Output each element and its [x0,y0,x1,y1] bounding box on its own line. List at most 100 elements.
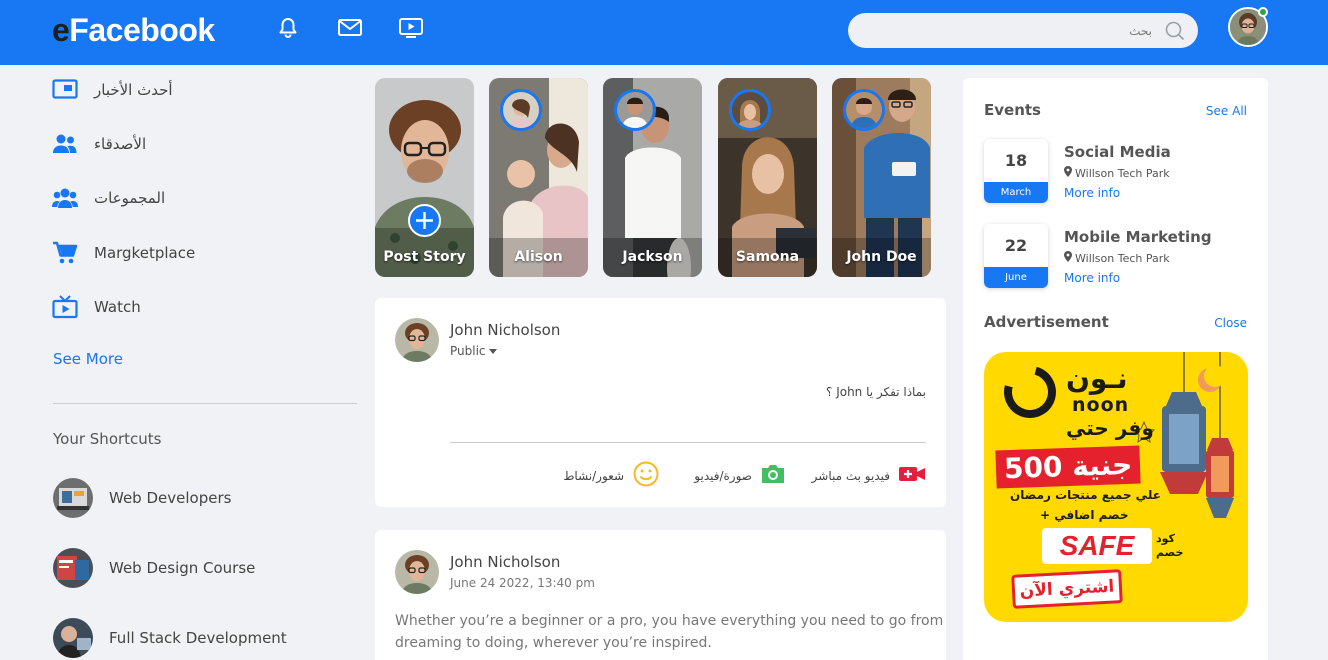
story-avatar [500,89,542,131]
event-location: Willson Tech Park [1064,251,1170,265]
event-month: June [984,267,1048,288]
shortcut-label: Web Developers [109,489,232,507]
caret-down-icon [488,348,497,354]
story-name: Samona [735,249,800,265]
ad-subline: علي جميع منتجات رمضان [1010,488,1161,502]
sidebar-item-label: Watch [94,298,141,316]
shortcut-label: Full Stack Development [109,629,287,647]
event-more-info-link[interactable]: More info [1064,271,1120,285]
live-video-label: فيديو بث مباشر [811,469,890,483]
sidebar-item-groups[interactable]: المجموعات [52,183,165,213]
watch-icon [52,294,78,320]
story-name: Jackson [622,249,683,265]
create-post-card: John Nicholson Public بماذا تفكر يا John… [375,298,946,507]
story-samona[interactable]: Samona [718,78,817,277]
ad-brand-arabic: نـون [1066,362,1128,395]
sidebar-item-friends[interactable]: الأصدقاء [52,129,146,159]
ad-extra: + خصم اضافي [1040,508,1129,522]
advertisement-heading: Advertisement [984,313,1109,331]
shortcuts-heading: Your Shortcuts [53,430,162,448]
composer-divider [450,442,926,443]
shortcut-web-design-course[interactable]: Web Design Course [53,548,255,588]
news-feed-icon [52,77,78,103]
ad-amount: 500 جنية [995,445,1141,489]
event-day: 18 [1004,151,1028,170]
messages-envelope-icon[interactable] [336,14,364,42]
post-timestamp[interactable]: June 24 2022, 13:40 pm [450,576,595,590]
ad-promo-code: SAFE [1042,528,1152,564]
photo-video-label: صورة/فيديو [694,469,752,483]
ad-code-label-1: كود [1156,532,1175,545]
camera-icon [760,463,786,489]
post-author-avatar[interactable] [395,550,439,594]
event-month: March [984,182,1048,203]
event-more-info-link[interactable]: More info [1064,186,1120,200]
event-location-text: Willson Tech Park [1075,166,1170,180]
advertisement-banner[interactable]: نـون noon وفر حتي 500 جنية علي جميع منتج… [984,352,1248,622]
privacy-label: Public [450,344,486,358]
sidebar-divider [53,403,357,404]
event-location-text: Willson Tech Park [1075,251,1170,265]
story-name: Post Story [383,249,466,265]
story-avatar [843,89,885,131]
map-pin-icon [1064,251,1072,265]
add-story-plus-icon[interactable] [408,204,441,237]
feeling-activity-button[interactable]: شعور/نشاط [563,461,660,490]
feeling-activity-label: شعور/نشاط [563,469,624,483]
facebook-logo[interactable]: eFacebook [52,12,215,49]
top-navigation-bar: eFacebook [0,0,1328,65]
sidebar-item-label: المجموعات [94,189,166,207]
live-video-button[interactable]: فيديو بث مباشر [812,462,926,490]
photo-video-button[interactable]: صورة/فيديو [694,462,786,490]
post-card: John Nicholson June 24 2022, 13:40 pm Wh… [375,530,946,660]
online-status-dot [1258,7,1268,17]
see-more-link[interactable]: See More [53,350,123,368]
cart-icon [52,240,78,266]
advertisement-close-link[interactable]: Close [1214,316,1247,330]
event-title[interactable]: Social Media [1064,143,1171,161]
sidebar-item-label: الأصدقاء [94,135,147,153]
sidebar-item-news-feed[interactable]: أحدث الأخبار [52,75,173,105]
ad-code-label-2: خصم [1156,546,1184,559]
shortcut-full-stack-development[interactable]: Full Stack Development [53,618,287,658]
video-tv-icon[interactable] [397,14,425,42]
story-name: Alison [514,249,563,265]
shortcut-thumbnail [53,478,93,518]
events-see-all-link[interactable]: See All [1206,104,1247,118]
event-title[interactable]: Mobile Marketing [1064,228,1212,246]
notifications-bell-icon[interactable] [274,14,302,42]
event-day: 22 [1004,236,1028,255]
shortcut-thumbnail [53,548,93,588]
search-icon[interactable] [1164,20,1186,42]
friends-icon [52,131,78,157]
ad-brand-english: noon [1072,394,1130,416]
event-date-badge: 22 June [984,224,1048,288]
story-name: John Doe [846,249,917,265]
events-heading: Events [984,101,1041,119]
composer-avatar[interactable] [395,318,439,362]
search-bar[interactable] [848,13,1198,48]
post-text-line-1: Whether you’re a beginner or a pro, you … [395,613,944,629]
story-jackson[interactable]: Jackson [603,78,702,277]
ad-buy-now-button[interactable]: اشتري الآن [1011,569,1123,609]
post-text-line-2: dreaming to doing, wherever you’re inspi… [395,635,712,651]
post-author-name[interactable]: John Nicholson [450,553,560,571]
sidebar-item-marketplace[interactable]: Margketplace [52,238,195,268]
privacy-dropdown[interactable]: Public [450,344,497,358]
sidebar-item-label: Margketplace [94,244,196,262]
live-video-camera-icon [898,464,926,488]
story-alison[interactable]: Alison [489,78,588,277]
composer-user-name[interactable]: John Nicholson [450,321,560,339]
story-john-doe[interactable]: John Doe [832,78,931,277]
groups-icon [52,185,78,211]
sidebar-item-watch[interactable]: Watch [52,292,141,322]
shortcut-web-developers[interactable]: Web Developers [53,478,231,518]
story-post-story[interactable]: Post Story [375,78,474,277]
story-avatar [614,89,656,131]
post-composer-prompt[interactable]: بماذا تفكر يا John ؟ [826,385,926,399]
event-date-badge: 18 March [984,139,1048,203]
search-input[interactable] [862,13,1152,48]
story-avatar [729,89,771,131]
sidebar-item-label: أحدث الأخبار [94,81,173,99]
shortcut-thumbnail [53,618,93,658]
